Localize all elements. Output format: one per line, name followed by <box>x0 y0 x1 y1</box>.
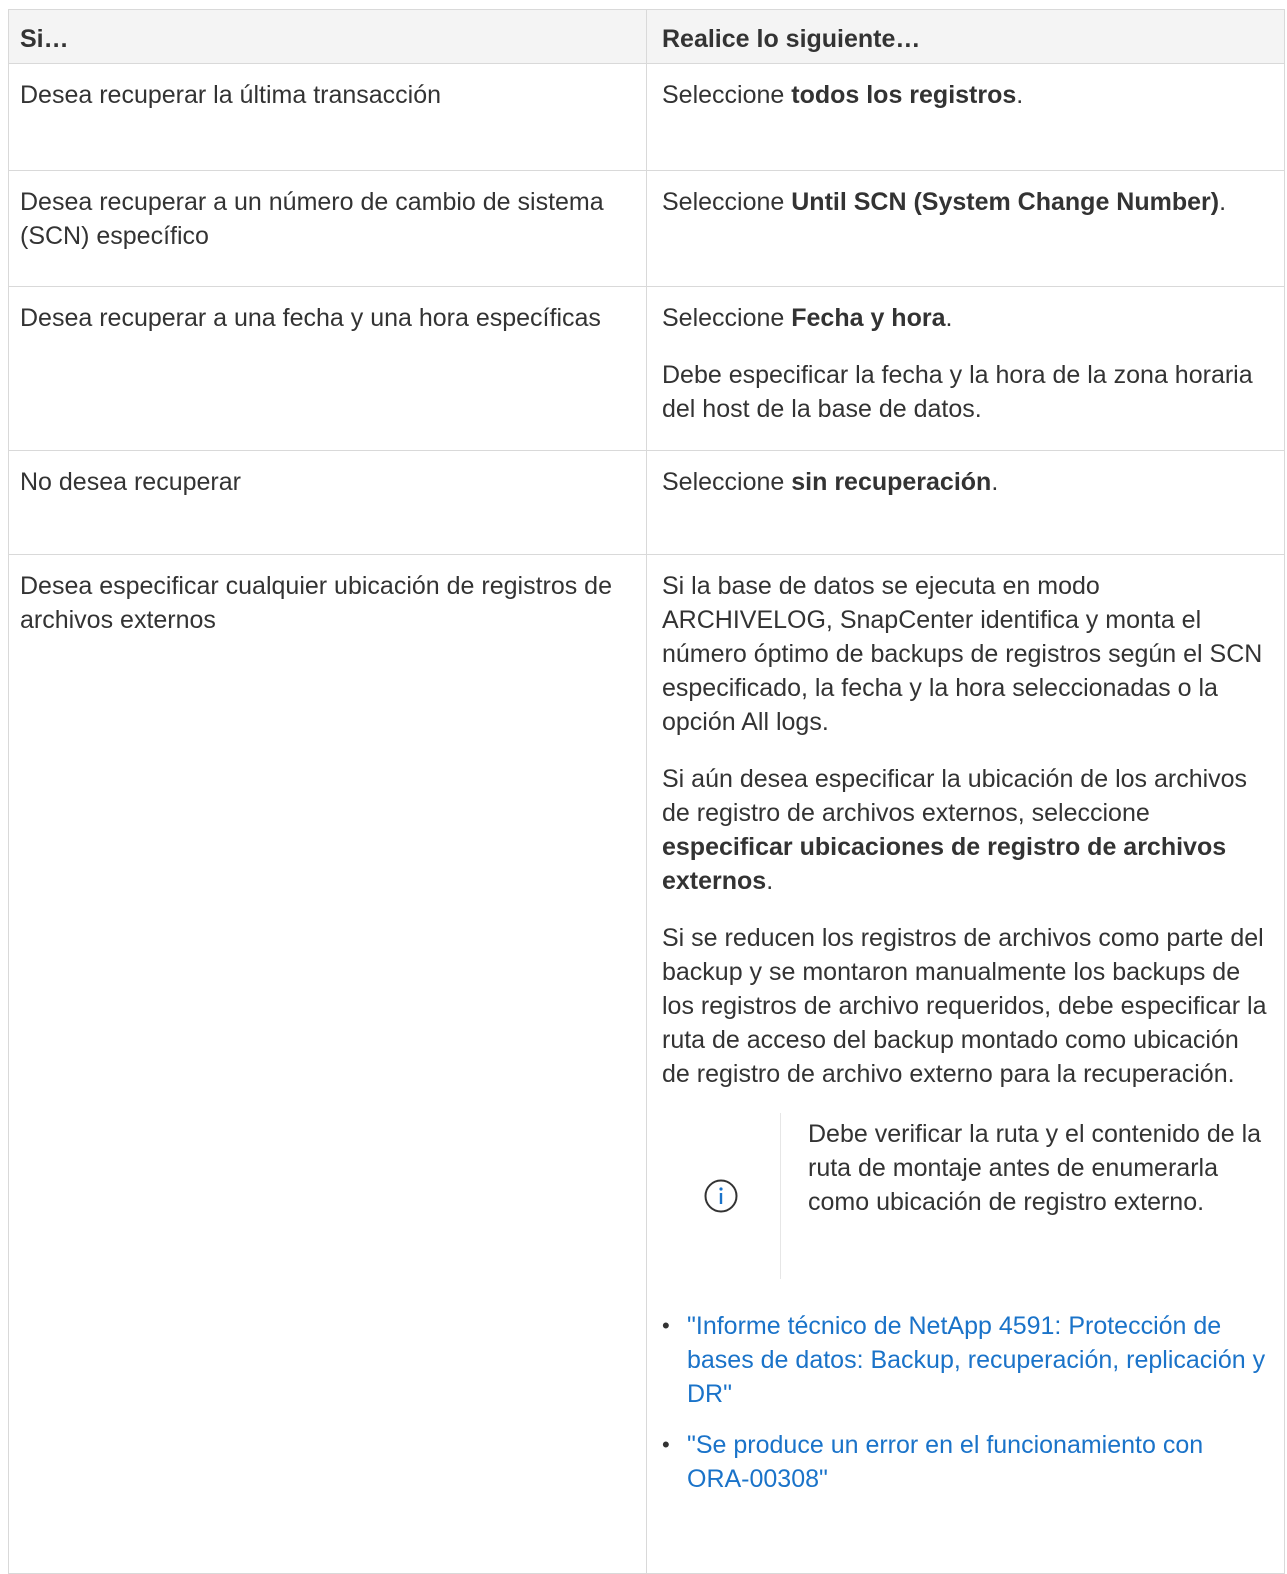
condition-cell: Desea recuperar a una fecha y una hora e… <box>8 286 647 451</box>
condition-cell: Desea recuperar a un número de cambio de… <box>8 170 647 287</box>
archivelog-paragraph: Si la base de datos se ejecuta en modo A… <box>662 572 1263 736</box>
table-row: Desea recuperar a una fecha y una hora e… <box>8 286 1285 451</box>
condition-cell: Desea recuperar la última transacción <box>8 63 647 171</box>
condition-cell: No desea recuperar <box>8 450 647 555</box>
related-links-list: "Informe técnico de NetApp 4591: Protecc… <box>662 1309 1272 1496</box>
info-circle-icon <box>704 1179 738 1213</box>
condition-cell: Desea especificar cualquier ubicación de… <box>8 554 647 1574</box>
action-text: Seleccione todos los registros. <box>662 81 1024 109</box>
note-text: Debe verificar la ruta y el contenido de… <box>808 1120 1262 1216</box>
recovery-options-table: Si… Realice lo siguiente… Desea recupera… <box>8 9 1285 1574</box>
option-name: todos los registros <box>791 81 1017 109</box>
external-location-paragraph: Si aún desea especificar la ubicación de… <box>662 765 1248 895</box>
table-row: Desea recuperar a un número de cambio de… <box>8 170 1285 287</box>
option-name: sin recuperación <box>791 468 992 496</box>
column-header-si: Si… <box>8 9 647 64</box>
action-text: Seleccione Fecha y hora. <box>662 304 953 332</box>
table-row: Desea recuperar la última transacción Se… <box>8 63 1285 171</box>
column-header-action: Realice lo siguiente… <box>646 9 1285 64</box>
action-text: Seleccione Until SCN (System Change Numb… <box>662 188 1227 216</box>
condition-text: Desea especificar cualquier ubicación de… <box>20 572 612 634</box>
note-icon-container <box>662 1113 781 1279</box>
tr-4591-link[interactable]: "Informe técnico de NetApp 4591: Protecc… <box>687 1312 1265 1408</box>
condition-text: Desea recuperar a un número de cambio de… <box>20 188 604 250</box>
table-row: Desea especificar cualquier ubicación de… <box>8 554 1285 1574</box>
condition-text: Desea recuperar la última transacción <box>20 81 442 109</box>
list-item: "Se produce un error en el funcionamient… <box>662 1428 1272 1496</box>
action-cell: Seleccione Until SCN (System Change Numb… <box>646 170 1285 287</box>
condition-text: No desea recuperar <box>20 468 241 496</box>
action-detail: Debe especificar la fecha y la hora de l… <box>662 361 1253 423</box>
ora-00308-link[interactable]: "Se produce un error en el funcionamient… <box>687 1431 1203 1493</box>
condition-text: Desea recuperar a una fecha y una hora e… <box>20 304 601 332</box>
action-cell: Seleccione todos los registros. <box>646 63 1285 171</box>
action-cell: Si la base de datos se ejecuta en modo A… <box>646 554 1285 1574</box>
action-cell: Seleccione sin recuperación. <box>646 450 1285 555</box>
action-text: Seleccione sin recuperación. <box>662 468 999 496</box>
table-header-row: Si… Realice lo siguiente… <box>8 9 1285 64</box>
list-item: "Informe técnico de NetApp 4591: Protecc… <box>662 1309 1272 1411</box>
pruned-logs-paragraph: Si se reducen los registros de archivos … <box>662 924 1267 1088</box>
table-row: No desea recuperar Seleccione sin recupe… <box>8 450 1285 555</box>
option-name: especificar ubicaciones de registro de a… <box>662 833 1227 895</box>
option-name: Fecha y hora <box>791 304 946 332</box>
note-admonition: Debe verificar la ruta y el contenido de… <box>662 1113 1272 1279</box>
option-name: Until SCN (System Change Number) <box>791 188 1220 216</box>
action-cell: Seleccione Fecha y hora. Debe especifica… <box>646 286 1285 451</box>
